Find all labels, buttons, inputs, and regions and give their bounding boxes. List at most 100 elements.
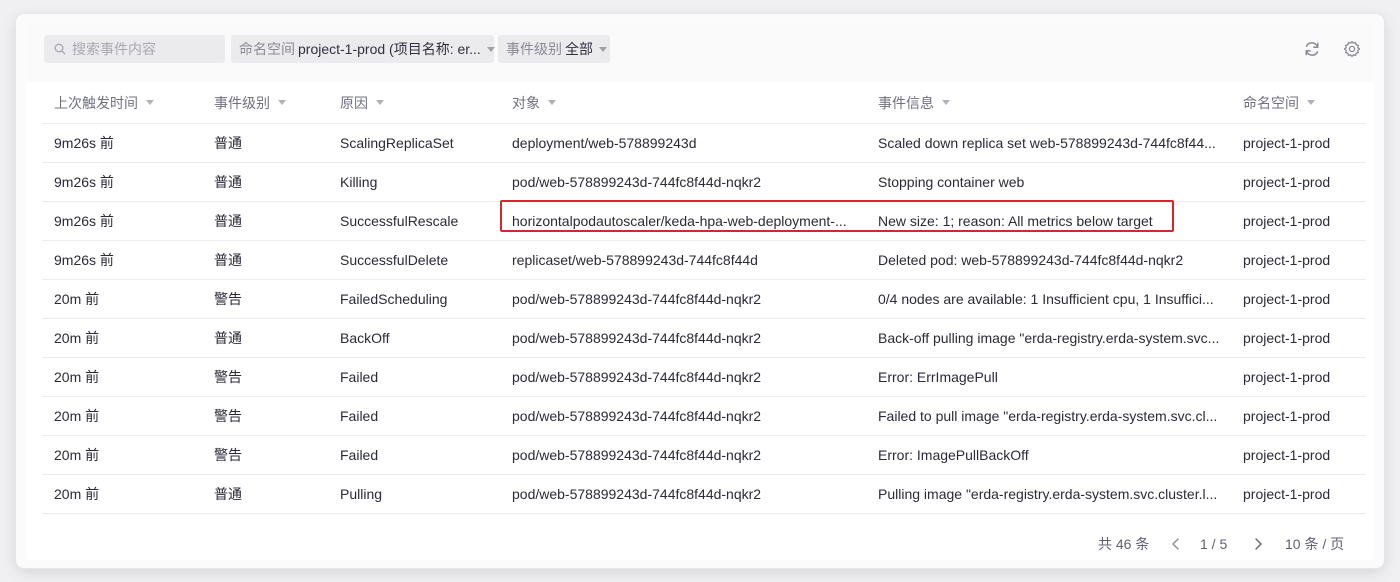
cell-level: 普通 bbox=[214, 174, 242, 190]
cell-last-triggered: 9m26s 前 bbox=[54, 135, 114, 151]
window-frame: 搜索事件内容 命名空间 project-1-prod (项目名称: er... … bbox=[16, 14, 1384, 568]
table-row[interactable]: 20m 前 警告 Failed pod/web-578899243d-744fc8f4… bbox=[42, 397, 1366, 436]
cell-level: 普通 bbox=[214, 135, 242, 151]
sort-down-icon bbox=[376, 100, 384, 105]
cell-level: 警告 bbox=[214, 369, 242, 385]
sort-down-icon bbox=[146, 100, 154, 105]
sort-down-icon bbox=[548, 100, 556, 105]
table-row[interactable]: 20m 前 普通 BackOff pod/web-578899243d-744fc8f… bbox=[42, 319, 1366, 358]
cell-message: Stopping container web bbox=[878, 174, 1025, 190]
cell-namespace: project-1-prod bbox=[1243, 369, 1331, 385]
cell-last-triggered: 9m26s 前 bbox=[54, 213, 114, 229]
search-input[interactable]: 搜索事件内容 bbox=[44, 35, 225, 63]
cell-last-triggered: 9m26s 前 bbox=[54, 252, 114, 268]
table-row[interactable]: 20m 前 普通 Pulling pod/web-578899243d-744fc8f… bbox=[42, 475, 1366, 514]
chevron-down-icon bbox=[599, 46, 607, 52]
cell-namespace: project-1-prod bbox=[1243, 486, 1331, 502]
cell-namespace: project-1-prod bbox=[1243, 447, 1331, 463]
cell-level: 警告 bbox=[214, 447, 242, 463]
table-row[interactable]: 9m26s 前 普通 SuccessfulRescale horizontalpoda… bbox=[42, 202, 1366, 241]
table-row[interactable]: 20m 前 警告 Failed pod/web-578899243d-744fc8f4… bbox=[42, 436, 1366, 475]
cell-message: Failed to pull image "erda-registry.erda… bbox=[878, 408, 1218, 424]
cell-object: pod/web-578899243d-744fc8f44d-nqkr2 bbox=[512, 486, 762, 502]
gear-icon[interactable] bbox=[1343, 40, 1361, 58]
column-header-message[interactable]: 事件信息 bbox=[878, 93, 1244, 113]
cell-level: 普通 bbox=[214, 486, 242, 502]
chevron-down-icon bbox=[486, 46, 495, 52]
namespace-filter-value: project-1-prod (项目名称: er... bbox=[298, 41, 481, 57]
column-header-reason[interactable]: 原因 bbox=[340, 93, 512, 113]
cell-message: Pulling image "erda-registry.erda-system… bbox=[878, 486, 1218, 502]
chevron-right-icon[interactable] bbox=[1251, 536, 1265, 552]
cell-object: pod/web-578899243d-744fc8f44d-nqkr2 bbox=[512, 330, 762, 346]
column-header-label: 命名空间 bbox=[1243, 94, 1299, 111]
pagination-current-page: 1 / 5 bbox=[1200, 536, 1228, 552]
cell-reason: FailedScheduling bbox=[340, 291, 448, 307]
cell-namespace: project-1-prod bbox=[1243, 330, 1331, 346]
table-row[interactable]: 20m 前 警告 Failed pod/web-578899243d-744fc8f4… bbox=[42, 358, 1366, 397]
cell-last-triggered: 20m 前 bbox=[54, 369, 100, 385]
sort-down-icon bbox=[942, 100, 950, 105]
cell-namespace: project-1-prod bbox=[1243, 213, 1331, 229]
cell-object: replicaset/web-578899243d-744fc8f44d bbox=[512, 252, 758, 268]
cell-object: deployment/web-578899243d bbox=[512, 135, 697, 151]
event-level-filter[interactable]: 事件级别 全部 bbox=[498, 35, 610, 63]
column-header-label: 对象 bbox=[512, 94, 540, 111]
search-placeholder: 搜索事件内容 bbox=[72, 41, 156, 57]
cell-reason: Killing bbox=[340, 174, 378, 190]
event-level-filter-value: 全部 bbox=[565, 41, 593, 57]
cell-last-triggered: 9m26s 前 bbox=[54, 174, 114, 190]
cell-object: pod/web-578899243d-744fc8f44d-nqkr2 bbox=[512, 291, 762, 307]
cell-level: 警告 bbox=[214, 408, 242, 424]
table-row[interactable]: 9m26s 前 普通 SuccessfulDelete replicaset/web-… bbox=[42, 241, 1366, 280]
cell-level: 普通 bbox=[214, 213, 242, 229]
sort-down-icon bbox=[1307, 100, 1315, 105]
refresh-icon[interactable] bbox=[1303, 40, 1321, 58]
event-level-filter-label: 事件级别 bbox=[506, 41, 562, 57]
column-header-namespace[interactable]: 命名空间 bbox=[1243, 93, 1363, 113]
cell-level: 普通 bbox=[214, 330, 242, 346]
cell-message: Error: ErrImagePull bbox=[878, 369, 998, 385]
column-header-label: 事件信息 bbox=[878, 94, 934, 111]
cell-reason: Failed bbox=[340, 447, 379, 463]
cell-message: Back-off pulling image "erda-registry.er… bbox=[878, 330, 1220, 346]
column-header-object[interactable]: 对象 bbox=[512, 93, 878, 113]
pagination-total: 共 46 条 bbox=[1098, 536, 1150, 552]
cell-object: pod/web-578899243d-744fc8f44d-nqkr2 bbox=[512, 174, 762, 190]
cell-namespace: project-1-prod bbox=[1243, 408, 1331, 424]
table-row[interactable]: 20m 前 警告 FailedScheduling pod/web-578899243… bbox=[42, 280, 1366, 319]
cell-last-triggered: 20m 前 bbox=[54, 291, 100, 307]
cell-reason: SuccessfulDelete bbox=[340, 252, 449, 268]
cell-message: Deleted pod: web-578899243d-744fc8f44d-n… bbox=[878, 252, 1184, 268]
cell-message: Scaled down replica set web-578899243d-7… bbox=[878, 135, 1216, 151]
sort-down-icon bbox=[278, 100, 286, 105]
cell-namespace: project-1-prod bbox=[1243, 291, 1331, 307]
toolbar: 搜索事件内容 命名空间 project-1-prod (项目名称: er... … bbox=[26, 24, 1374, 82]
cell-namespace: project-1-prod bbox=[1243, 135, 1331, 151]
namespace-filter-label: 命名空间 bbox=[239, 41, 295, 57]
cell-reason: BackOff bbox=[340, 330, 390, 346]
cell-message: 0/4 nodes are available: 1 Insufficient … bbox=[878, 291, 1214, 307]
table-row[interactable]: 9m26s 前 普通 ScalingReplicaSet deployment/web… bbox=[42, 124, 1366, 163]
cell-object: pod/web-578899243d-744fc8f44d-nqkr2 bbox=[512, 369, 762, 385]
cell-object: pod/web-578899243d-744fc8f44d-nqkr2 bbox=[512, 447, 762, 463]
cell-message: Error: ImagePullBackOff bbox=[878, 447, 1029, 463]
cell-last-triggered: 20m 前 bbox=[54, 330, 100, 346]
cell-namespace: project-1-prod bbox=[1243, 174, 1331, 190]
cell-reason: Failed bbox=[340, 369, 379, 385]
cell-last-triggered: 20m 前 bbox=[54, 408, 100, 424]
namespace-filter[interactable]: 命名空间 project-1-prod (项目名称: er... bbox=[231, 35, 495, 63]
column-header-level[interactable]: 事件级别 bbox=[214, 93, 340, 113]
cell-reason: Failed bbox=[340, 408, 379, 424]
chevron-left-icon[interactable] bbox=[1169, 536, 1183, 552]
table-row[interactable]: 9m26s 前 普通 Killing pod/web-578899243d-744fc… bbox=[42, 163, 1366, 202]
cell-reason: Pulling bbox=[340, 486, 383, 502]
cell-reason: SuccessfulRescale bbox=[340, 213, 459, 229]
page-size-select[interactable]: 10 条 / 页 bbox=[1285, 534, 1344, 554]
cell-object: pod/web-578899243d-744fc8f44d-nqkr2 bbox=[512, 408, 762, 424]
cell-level: 警告 bbox=[214, 291, 242, 307]
column-header-label: 原因 bbox=[340, 94, 368, 111]
column-header-label: 事件级别 bbox=[214, 94, 270, 111]
column-header-last-triggered[interactable]: 上次触发时间 bbox=[54, 93, 214, 113]
cell-namespace: project-1-prod bbox=[1243, 252, 1331, 268]
